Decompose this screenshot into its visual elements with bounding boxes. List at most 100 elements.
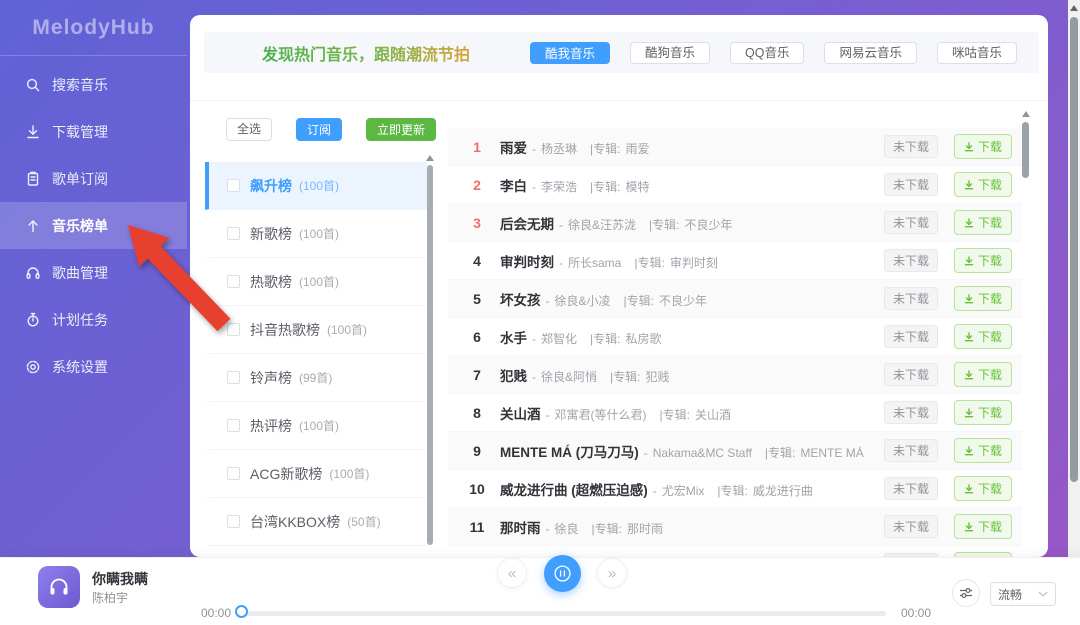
- chart-checkbox[interactable]: [227, 419, 240, 432]
- chart-checkbox[interactable]: [227, 179, 240, 192]
- progress-handle[interactable]: [235, 605, 248, 618]
- chart-item-hot-songs[interactable]: 热歌榜 (100首): [205, 258, 427, 306]
- chart-checkbox[interactable]: [227, 227, 240, 240]
- sidebar-item-song-manage[interactable]: 歌曲管理: [0, 249, 187, 296]
- next-track-button[interactable]: »: [597, 558, 627, 588]
- download-button[interactable]: 下载: [953, 514, 1012, 539]
- download-button[interactable]: 下载: [953, 400, 1012, 425]
- song-artist: 徐良&阿悄: [541, 369, 598, 384]
- status-badge: 未下载: [883, 173, 938, 196]
- dash-separator: -: [545, 521, 550, 536]
- tab-qq-music[interactable]: QQ音乐: [730, 41, 805, 64]
- download-button[interactable]: 下载: [953, 476, 1012, 501]
- tab-kuwo-music[interactable]: 酷我音乐: [529, 41, 610, 64]
- song-rank: 2: [473, 176, 481, 193]
- song-artist: 李荣浩: [541, 179, 578, 194]
- download-button[interactable]: 下载: [953, 286, 1012, 311]
- select-all-button[interactable]: 全选: [226, 118, 273, 141]
- window-scrollbar-thumb[interactable]: [1070, 17, 1078, 482]
- chart-item-hot-comments[interactable]: 热评榜 (100首): [205, 402, 427, 450]
- download-button[interactable]: 下载: [953, 438, 1012, 463]
- chart-checkbox[interactable]: [227, 515, 240, 528]
- song-rank: 6: [473, 328, 481, 345]
- chart-count: (100首): [299, 275, 340, 289]
- download-icon: [964, 255, 974, 265]
- chart-checkbox[interactable]: [227, 371, 240, 384]
- download-label: 下载: [977, 216, 1002, 230]
- download-button[interactable]: 下载: [953, 172, 1012, 197]
- previous-track-button[interactable]: «: [497, 558, 527, 588]
- song-row: 8 关山酒 - 邓寓君(等什么君) |专辑: 关山酒 未下载 下载: [448, 394, 1022, 432]
- chart-checkbox[interactable]: [227, 467, 240, 480]
- sliders-icon: [960, 587, 972, 598]
- sidebar-nav: 搜索音乐 下载管理 歌单订阅 音乐榜单 歌曲管理 计划任务 系统设置: [0, 56, 187, 390]
- dash-separator: -: [532, 141, 536, 156]
- window-scrollbar-up-arrow[interactable]: [1070, 5, 1078, 11]
- chart-name: 抖音热歌榜: [250, 321, 320, 338]
- status-badge: 未下载: [883, 363, 938, 386]
- download-button[interactable]: 下载: [953, 210, 1012, 235]
- update-now-button[interactable]: 立即更新: [366, 118, 437, 141]
- chart-name: 铃声榜: [250, 369, 292, 386]
- song-scrollbar-up-arrow[interactable]: [1022, 111, 1030, 117]
- tab-netease-music[interactable]: 网易云音乐: [824, 41, 917, 64]
- chart-action-buttons: 全选 订阅 立即更新: [226, 118, 437, 141]
- song-rank: 8: [473, 404, 481, 421]
- status-badge: 未下载: [883, 287, 938, 310]
- sidebar-item-playlist-subscribe[interactable]: 歌单订阅: [0, 155, 187, 202]
- equalizer-button[interactable]: [952, 579, 980, 607]
- player-bar: 你瞒我瞒 陈柏宇 « » 00:00 00:00 流畅: [0, 555, 1080, 625]
- quality-select[interactable]: 流畅: [990, 582, 1056, 606]
- progress-track[interactable]: [241, 611, 886, 616]
- download-button[interactable]: 下载: [953, 324, 1012, 349]
- song-album: MENTE MÁ: [800, 445, 864, 460]
- chart-scrollbar-thumb[interactable]: [427, 165, 433, 545]
- chart-item-acg-new[interactable]: ACG新歌榜 (100首): [205, 450, 427, 498]
- tab-migu-music[interactable]: 咪咕音乐: [936, 41, 1017, 64]
- chart-checkbox[interactable]: [227, 323, 240, 336]
- sidebar-item-music-charts[interactable]: 音乐榜单: [0, 202, 187, 249]
- song-title: MENTE MÁ (刀马刀马): [500, 444, 639, 460]
- download-label: 下载: [977, 520, 1002, 534]
- chart-checkbox[interactable]: [227, 275, 240, 288]
- album-prefix: |专辑:: [590, 331, 621, 346]
- album-prefix: |专辑:: [591, 521, 622, 536]
- ranking-icon: [28, 219, 38, 232]
- dash-separator: -: [532, 179, 536, 194]
- song-artist: 杨丞琳: [541, 141, 578, 156]
- download-icon: [964, 217, 974, 227]
- sidebar-item-label: 系统设置: [52, 358, 108, 375]
- sidebar-item-scheduled-tasks[interactable]: 计划任务: [0, 296, 187, 343]
- song-album: 关山酒: [694, 407, 731, 422]
- chart-item-douyin-hot[interactable]: 抖音热歌榜 (100首): [205, 306, 427, 354]
- download-icon: [964, 141, 974, 151]
- window-scrollbar[interactable]: [1068, 0, 1080, 557]
- sidebar-item-search-music[interactable]: 搜索音乐: [0, 61, 187, 108]
- chart-item-soaring[interactable]: 飙升榜 (100首): [205, 162, 427, 210]
- song-artist: 所长sama: [568, 255, 622, 270]
- play-pause-button[interactable]: [544, 555, 581, 592]
- chart-count: (100首): [329, 467, 370, 481]
- headphones-icon: [50, 578, 68, 595]
- download-label: 下载: [977, 292, 1002, 306]
- sidebar-item-download-manage[interactable]: 下载管理: [0, 108, 187, 155]
- current-time: 00:00: [201, 606, 232, 620]
- headphones-icon: [26, 266, 40, 279]
- download-label: 下载: [977, 482, 1002, 496]
- chart-scrollbar-up-arrow[interactable]: [426, 155, 434, 161]
- download-button[interactable]: 下载: [953, 362, 1012, 387]
- download-label: 下载: [977, 140, 1002, 154]
- pause-icon: [554, 565, 571, 582]
- subscribe-button[interactable]: 订阅: [296, 118, 343, 141]
- chart-count: (100首): [327, 323, 368, 337]
- dash-separator: -: [559, 217, 563, 232]
- sidebar-item-system-settings[interactable]: 系统设置: [0, 343, 187, 390]
- dash-separator: -: [545, 407, 550, 422]
- chart-item-ringtone[interactable]: 铃声榜 (99首): [205, 354, 427, 402]
- chart-item-new-songs[interactable]: 新歌榜 (100首): [205, 210, 427, 258]
- download-button[interactable]: 下载: [953, 134, 1012, 159]
- chart-item-taiwan-kkbox[interactable]: 台湾KKBOX榜 (50首): [205, 498, 427, 546]
- song-scrollbar-thumb[interactable]: [1022, 122, 1029, 178]
- download-button[interactable]: 下载: [953, 248, 1012, 273]
- tab-kugou-music[interactable]: 酷狗音乐: [630, 41, 711, 64]
